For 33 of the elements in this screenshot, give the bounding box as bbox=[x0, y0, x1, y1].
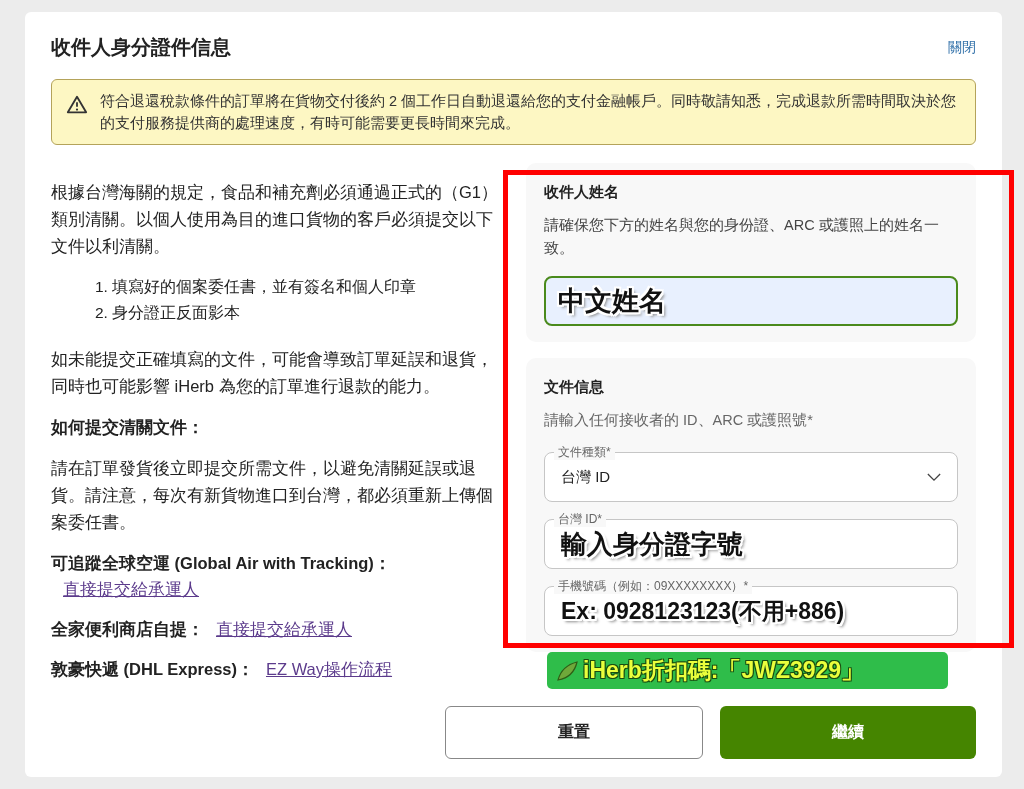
paragraph: 根據台灣海關的規定，食品和補充劑必須通過正式的（G1）類別清關。以個人使用為目的進口貨物的客戶必須提交以下文件以利清關。 bbox=[51, 182, 499, 257]
field-label: 台灣 ID* bbox=[554, 511, 606, 527]
carrier-label: 敦豪快遞 (DHL Express)： bbox=[51, 660, 254, 678]
paragraph: 請在訂單發貨後立即提交所需文件，以避免清關延誤或退貨。請注意，每次有新貨物進口到台灣，都必須重新上傳個案委任書。 bbox=[51, 458, 494, 533]
list-item: 1. 填寫好的個案委任書，並有簽名和個人印章 bbox=[95, 277, 418, 297]
field-value: Ex: 0928123123(不用+886) bbox=[561, 596, 845, 626]
field-value: 輸入身分證字號 bbox=[561, 527, 743, 561]
name-input-field[interactable]: 中文姓名 bbox=[544, 276, 958, 326]
promo-text: iHerb折扣碼:「JWZ3929」 bbox=[583, 656, 865, 685]
paragraph: 如未能提交正確填寫的文件，可能會導致訂單延誤和退貨，同時也可能影響 iHerb 為您的訂單進行退款的能力。 bbox=[51, 349, 494, 397]
field-label: 手機號碼（例如：09XXXXXXXX）* bbox=[554, 578, 753, 594]
section-title: 文件信息 bbox=[544, 378, 605, 397]
reset-button[interactable]: 重置 bbox=[445, 706, 703, 759]
chevron-down-icon bbox=[927, 472, 941, 482]
carrier-label: 全家便利商店自提： bbox=[51, 620, 204, 638]
field-value: 中文姓名 bbox=[558, 285, 666, 318]
carrier-label: 可追蹤全球空運 (Global Air with Tracking)： bbox=[51, 554, 391, 572]
carrier-link[interactable]: 直接提交給承運人 bbox=[63, 580, 199, 598]
section-description: 請確保您下方的姓名與您的身份證、ARC 或護照上的姓名一致。 bbox=[544, 216, 940, 258]
continue-button[interactable]: 繼續 bbox=[720, 706, 976, 759]
section-description: 請輸入任何接收者的 ID、ARC 或護照號* bbox=[544, 411, 814, 430]
carrier-link[interactable]: 直接提交給承運人 bbox=[216, 620, 352, 638]
select-value: 台灣 ID bbox=[561, 467, 612, 487]
warning-icon bbox=[66, 94, 88, 116]
leaf-icon bbox=[555, 658, 579, 683]
list-item: 2. 身分證正反面影本 bbox=[95, 303, 242, 323]
notice-text: 符合退還稅款條件的訂單將在貨物交付後約 2 個工作日自動退還給您的支付金融帳戶。同時敬請知悉，完成退款所需時間取決於您的支付服務提供商的處理速度，有時可能需要更長時間來完成。 bbox=[100, 92, 958, 133]
field-label: 文件種類* bbox=[554, 444, 615, 460]
section-title: 收件人姓名 bbox=[544, 183, 620, 202]
close-link[interactable]: 關閉 bbox=[948, 38, 976, 57]
dialog-title: 收件人身分證件信息 bbox=[51, 35, 231, 60]
carrier-link[interactable]: EZ Way操作流程 bbox=[266, 660, 393, 678]
section-heading: 如何提交清關文件： bbox=[51, 417, 205, 438]
